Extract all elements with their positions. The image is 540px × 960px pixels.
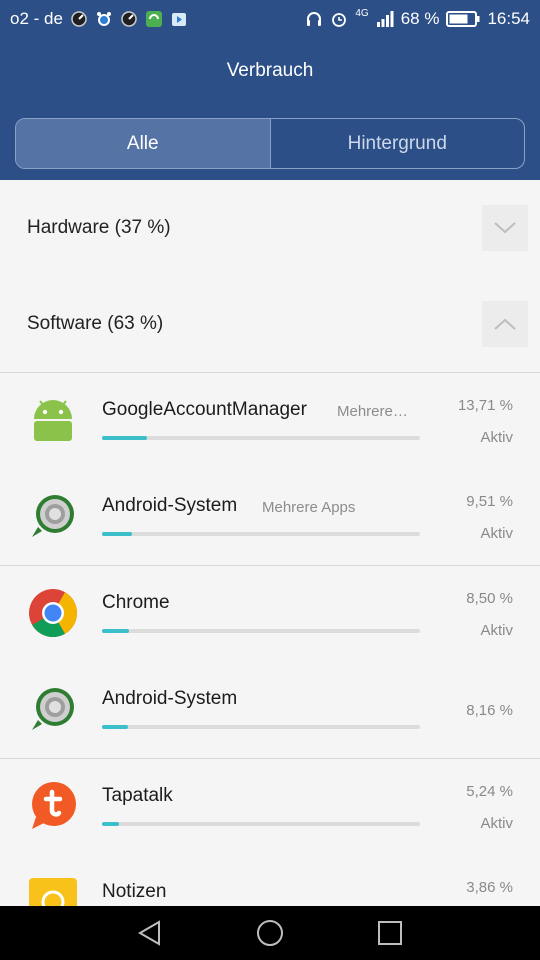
usage-bar	[102, 629, 420, 633]
page-title: Verbrauch	[226, 60, 314, 81]
app-row-googleaccountmanager[interactable]: GoogleAccountManager Mehrere… 13,71 % Ak…	[0, 373, 540, 469]
usage-bar	[102, 532, 420, 536]
app-name: Android-System	[102, 495, 238, 516]
app-status: Aktiv	[480, 525, 513, 542]
chevron-down-icon[interactable]	[482, 205, 528, 251]
alarm-icon	[332, 13, 347, 27]
header: Verbrauch Alle Hintergrund	[0, 38, 540, 180]
usage-bar-fill	[102, 532, 133, 536]
recent-apps-icon[interactable]	[375, 918, 405, 948]
status-bar-left: o2 - de	[10, 9, 188, 29]
usage-bar-fill	[102, 629, 130, 633]
alarm-app-icon	[96, 12, 111, 26]
app-status: Aktiv	[480, 429, 513, 446]
speedometer-icon-2	[121, 11, 137, 27]
section-hardware[interactable]: Hardware (37 %)	[0, 180, 540, 276]
app-percent: 3,86 %	[466, 879, 513, 896]
home-icon[interactable]	[255, 918, 285, 948]
app-name: Tapatalk	[102, 785, 173, 806]
usage-bar-fill	[102, 436, 147, 440]
app-row-android-system[interactable]: Android-System Mehrere Apps 9,51 % Aktiv	[0, 469, 540, 565]
navigation-bar	[0, 906, 540, 960]
app-name: Android-System	[102, 688, 238, 709]
app-percent: 8,50 %	[466, 590, 513, 607]
headphones-icon	[307, 12, 322, 26]
app-percent: 8,16 %	[466, 702, 513, 719]
section-software-label: Software (63 %)	[27, 313, 164, 334]
app-percent: 13,71 %	[457, 397, 513, 414]
usage-list[interactable]: Hardware (37 %) Software (63 %) GoogleAc…	[0, 180, 540, 906]
app-name: Notizen	[102, 881, 167, 902]
signal-icon	[376, 11, 394, 27]
app-row-tapatalk[interactable]: Tapatalk 5,24 % Aktiv	[0, 759, 540, 855]
tapatalk-icon	[32, 782, 76, 829]
section-hardware-label: Hardware (37 %)	[27, 217, 171, 238]
notes-icon	[29, 878, 77, 906]
clock: 16:54	[487, 9, 530, 28]
usage-bar-fill	[102, 725, 129, 729]
tab-alle[interactable]: Alle	[16, 119, 270, 168]
app-row-android-system-2[interactable]: Android-System 8,16 %	[0, 662, 540, 758]
android-system-icon	[32, 495, 74, 537]
app-sub: Mehrere…	[337, 403, 408, 420]
app-row-chrome[interactable]: Chrome 8,50 % Aktiv	[0, 566, 540, 662]
android-system-icon	[32, 688, 74, 730]
app-name: GoogleAccountManager	[102, 399, 307, 420]
app-status: Aktiv	[480, 815, 513, 832]
play-store-icon	[171, 13, 186, 26]
chrome-icon	[29, 589, 77, 638]
battery-percent: 68 %	[400, 9, 440, 28]
section-software[interactable]: Software (63 %)	[0, 276, 540, 372]
android-icon	[34, 400, 72, 441]
carrier-label: o2 - de	[10, 9, 63, 28]
back-icon[interactable]	[135, 918, 165, 948]
status-bar-right: 4G 68 % 16:54	[305, 7, 530, 29]
app-status: Aktiv	[480, 622, 513, 639]
speedometer-icon	[71, 11, 87, 27]
app-percent: 9,51 %	[466, 493, 513, 510]
sync-app-icon	[145, 11, 162, 27]
app-row-notizen[interactable]: Notizen 3,86 %	[0, 855, 540, 906]
segmented-control: Alle Hintergrund	[15, 118, 525, 169]
app-sub: Mehrere Apps	[262, 499, 356, 516]
usage-bar	[102, 725, 420, 729]
usage-bar-fill	[102, 822, 119, 826]
app-name: Chrome	[102, 592, 170, 613]
usage-bar	[102, 436, 420, 440]
network-type: 4G	[355, 7, 369, 19]
chevron-up-icon[interactable]	[482, 301, 528, 347]
app-percent: 5,24 %	[466, 783, 513, 800]
usage-bar	[102, 822, 420, 826]
battery-icon	[446, 11, 480, 27]
status-bar: o2 - de 4G 68 % 16:54	[0, 0, 540, 38]
tab-hintergrund[interactable]: Hintergrund	[269, 119, 525, 168]
